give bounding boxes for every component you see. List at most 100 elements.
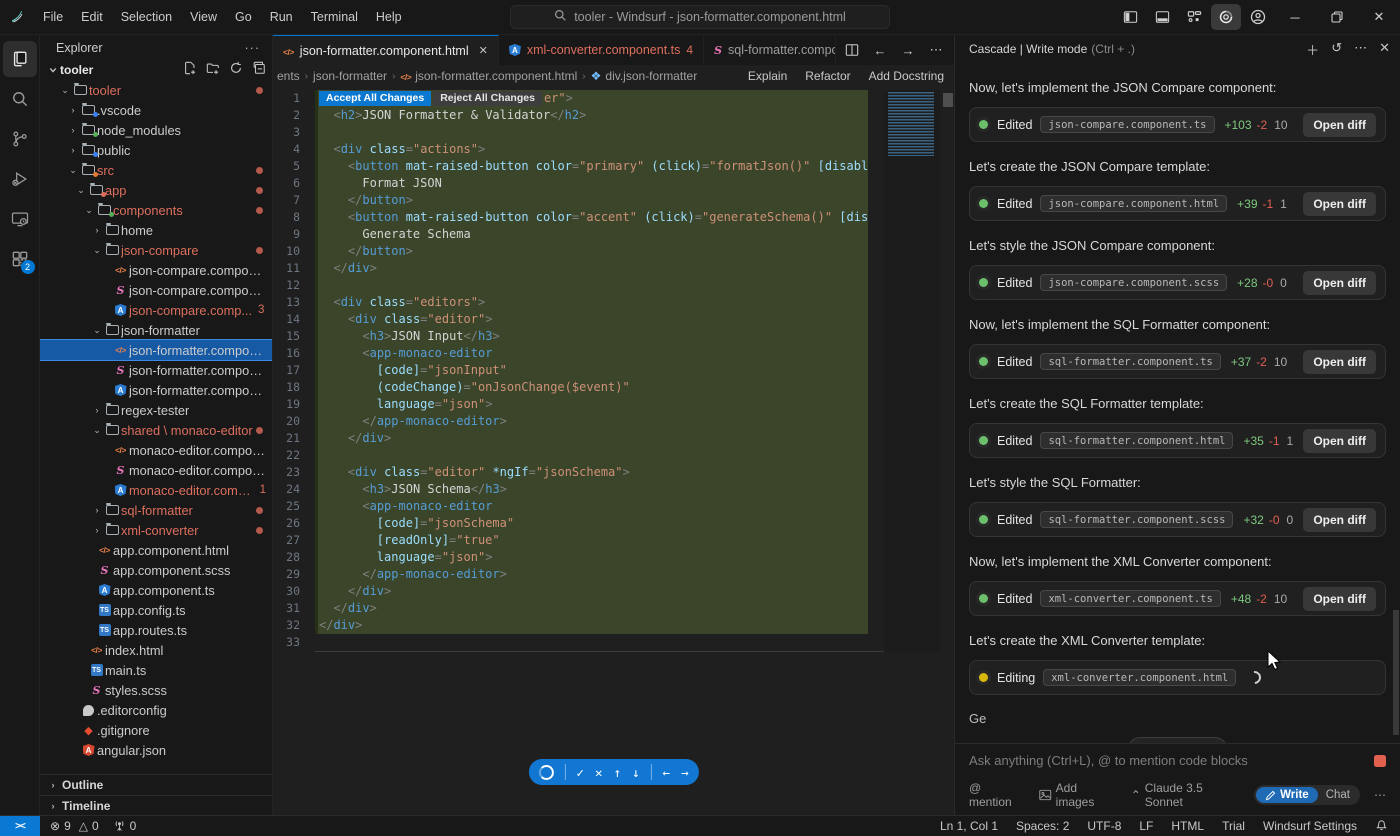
- tree-item-.vscode[interactable]: ›.vscode: [40, 100, 272, 120]
- prev-change-icon[interactable]: ↑: [613, 765, 621, 780]
- next-change-icon[interactable]: ↓: [632, 765, 640, 780]
- command-center-search[interactable]: tooler - Windsurf - json-formatter.compo…: [510, 5, 890, 29]
- tree-item-main.ts[interactable]: TSmain.ts: [40, 660, 272, 680]
- tree-item-home[interactable]: ›home: [40, 220, 272, 240]
- tree-item-regex-tester[interactable]: ›regex-tester: [40, 400, 272, 420]
- new-folder-icon[interactable]: [206, 61, 220, 78]
- codelens-refactor[interactable]: Refactor: [805, 69, 850, 83]
- status-spaces-2[interactable]: Spaces: 2: [1016, 819, 1069, 833]
- tree-item-angular.json[interactable]: Aangular.json: [40, 740, 272, 760]
- file-chip[interactable]: sql-formatter.component.scss: [1040, 511, 1233, 528]
- toggle-panel-icon[interactable]: [1147, 4, 1177, 30]
- tab-json-formatter.component.html[interactable]: </>json-formatter.component.html✕: [273, 35, 499, 65]
- status-ln-1-col-1[interactable]: Ln 1, Col 1: [940, 819, 998, 833]
- file-chip[interactable]: xml-converter.component.ts: [1040, 590, 1220, 607]
- activity-extensions-icon[interactable]: 2: [3, 241, 37, 277]
- more-icon[interactable]: ⋯: [1354, 40, 1367, 59]
- open-diff-button[interactable]: Open diff: [1303, 350, 1376, 374]
- tree-item-monaco-editor.compone...[interactable]: </>monaco-editor.compone...: [40, 440, 272, 460]
- tree-item-json-formatter.componen...[interactable]: Ajson-formatter.componen...: [40, 380, 272, 400]
- breadcrumb-ents[interactable]: ents: [275, 69, 302, 83]
- ports-indicator[interactable]: 0: [113, 819, 137, 833]
- status-windsurf-settings[interactable]: Windsurf Settings: [1263, 819, 1357, 833]
- minimap[interactable]: [884, 90, 940, 652]
- file-chip[interactable]: xml-converter.component.html: [1043, 669, 1236, 686]
- tree-item-app[interactable]: ⌄app: [40, 180, 272, 200]
- prev-file-icon[interactable]: ←: [663, 765, 671, 780]
- open-diff-button[interactable]: Open diff: [1303, 429, 1376, 453]
- menu-edit[interactable]: Edit: [72, 6, 112, 28]
- close-window-button[interactable]: ✕: [1358, 0, 1400, 35]
- open-diff-button[interactable]: Open diff: [1303, 113, 1376, 137]
- nav-back-icon[interactable]: ←: [868, 38, 892, 62]
- minimize-button[interactable]: ─: [1274, 0, 1316, 35]
- tree-item-json-compare[interactable]: ⌄json-compare: [40, 240, 272, 260]
- menu-go[interactable]: Go: [226, 6, 261, 28]
- menu-selection[interactable]: Selection: [112, 6, 181, 28]
- section-timeline[interactable]: ›Timeline: [40, 795, 272, 815]
- toggle-sidebar-icon[interactable]: [1115, 4, 1145, 30]
- tree-item-index.html[interactable]: </>index.html: [40, 640, 272, 660]
- write-mode-button[interactable]: Write: [1256, 787, 1318, 803]
- tree-item-sharedmonaco-editor[interactable]: ⌄shared \ monaco-editor: [40, 420, 272, 440]
- status-html[interactable]: HTML: [1171, 819, 1204, 833]
- footer-more-icon[interactable]: ⋯: [1374, 788, 1386, 802]
- tree-item-nodemodules[interactable]: ›node_modules: [40, 120, 272, 140]
- menu-terminal[interactable]: Terminal: [302, 6, 367, 28]
- new-file-icon[interactable]: [183, 61, 197, 78]
- tree-item-monaco-editor.compone...[interactable]: Smonaco-editor.compone...: [40, 460, 272, 480]
- cascade-toggle-icon[interactable]: [1211, 4, 1241, 30]
- menu-file[interactable]: File: [34, 6, 72, 28]
- status-lf[interactable]: LF: [1139, 819, 1153, 833]
- open-diff-button[interactable]: Open diff: [1303, 271, 1376, 295]
- cascade-scrollbar[interactable]: [1393, 610, 1399, 735]
- tree-item-styles.scss[interactable]: Sstyles.scss: [40, 680, 272, 700]
- tree-item-app.component.scss[interactable]: Sapp.component.scss: [40, 560, 272, 580]
- tree-item-app.component.html[interactable]: </>app.component.html: [40, 540, 272, 560]
- codelens-explain[interactable]: Explain: [748, 69, 787, 83]
- stop-generation-button[interactable]: [1374, 755, 1386, 767]
- tree-item-app.config.ts[interactable]: TSapp.config.ts: [40, 600, 272, 620]
- notifications-bell-icon[interactable]: [1375, 818, 1388, 834]
- menu-view[interactable]: View: [181, 6, 226, 28]
- tree-item-monaco-editor.comp...[interactable]: Amonaco-editor.comp...1: [40, 480, 272, 500]
- tree-item-.gitignore[interactable]: ◆.gitignore: [40, 720, 272, 740]
- editor-more-icon[interactable]: ⋯: [924, 38, 948, 62]
- tree-item-json-formatter.componen...[interactable]: </>json-formatter.componen...: [40, 340, 272, 360]
- history-icon[interactable]: ↺: [1331, 40, 1342, 59]
- open-diff-button[interactable]: Open diff: [1303, 508, 1376, 532]
- cascade-input[interactable]: Ask anything (Ctrl+L), @ to mention code…: [969, 753, 1248, 768]
- tree-item-json-compare.component...[interactable]: </>json-compare.component...: [40, 260, 272, 280]
- remote-indicator[interactable]: ><: [0, 816, 40, 836]
- restore-button[interactable]: [1316, 0, 1358, 35]
- tree-item-sql-formatter[interactable]: ›sql-formatter: [40, 500, 272, 520]
- close-panel-icon[interactable]: ✕: [1379, 40, 1390, 59]
- activity-search-icon[interactable]: [3, 81, 37, 117]
- menu-run[interactable]: Run: [261, 6, 302, 28]
- tree-item-.editorconfig[interactable]: .editorconfig: [40, 700, 272, 720]
- tree-item-xml-converter[interactable]: ›xml-converter: [40, 520, 272, 540]
- editor-scrollbar[interactable]: [942, 87, 954, 649]
- breadcrumb-div.json-formatter[interactable]: ❖div.json-formatter: [589, 69, 700, 83]
- next-file-icon[interactable]: →: [681, 765, 689, 780]
- codelens-add-docstring[interactable]: Add Docstring: [869, 69, 944, 83]
- file-chip[interactable]: json-compare.component.scss: [1040, 274, 1227, 291]
- file-chip[interactable]: json-compare.component.ts: [1040, 116, 1214, 133]
- add-images-button[interactable]: Add images: [1039, 781, 1117, 809]
- account-icon[interactable]: [1243, 4, 1273, 30]
- tree-item-components[interactable]: ⌄components: [40, 200, 272, 220]
- problems-indicator[interactable]: ⊗9 △0: [50, 819, 99, 833]
- reject-all-changes-button[interactable]: Reject All Changes: [433, 91, 542, 106]
- cancel-running-icon[interactable]: ✕: [1206, 743, 1215, 744]
- accept-all-changes-button[interactable]: Accept All Changes: [319, 91, 431, 106]
- split-editor-icon[interactable]: [840, 38, 864, 62]
- code-editor[interactable]: 1Accept All ChangesReject All Changeser"…: [273, 87, 954, 815]
- activity-run-debug-icon[interactable]: [3, 161, 37, 197]
- customize-layout-icon[interactable]: [1179, 4, 1209, 30]
- activity-remote-explorer-icon[interactable]: [3, 201, 37, 237]
- status-utf-8[interactable]: UTF-8: [1087, 819, 1121, 833]
- model-selector[interactable]: ⌃Claude 3.5 Sonnet: [1131, 781, 1240, 809]
- tree-item-tooler[interactable]: ⌄tooler: [40, 80, 272, 100]
- mention-button[interactable]: @ mention: [969, 781, 1025, 809]
- status-trial[interactable]: Trial: [1222, 819, 1245, 833]
